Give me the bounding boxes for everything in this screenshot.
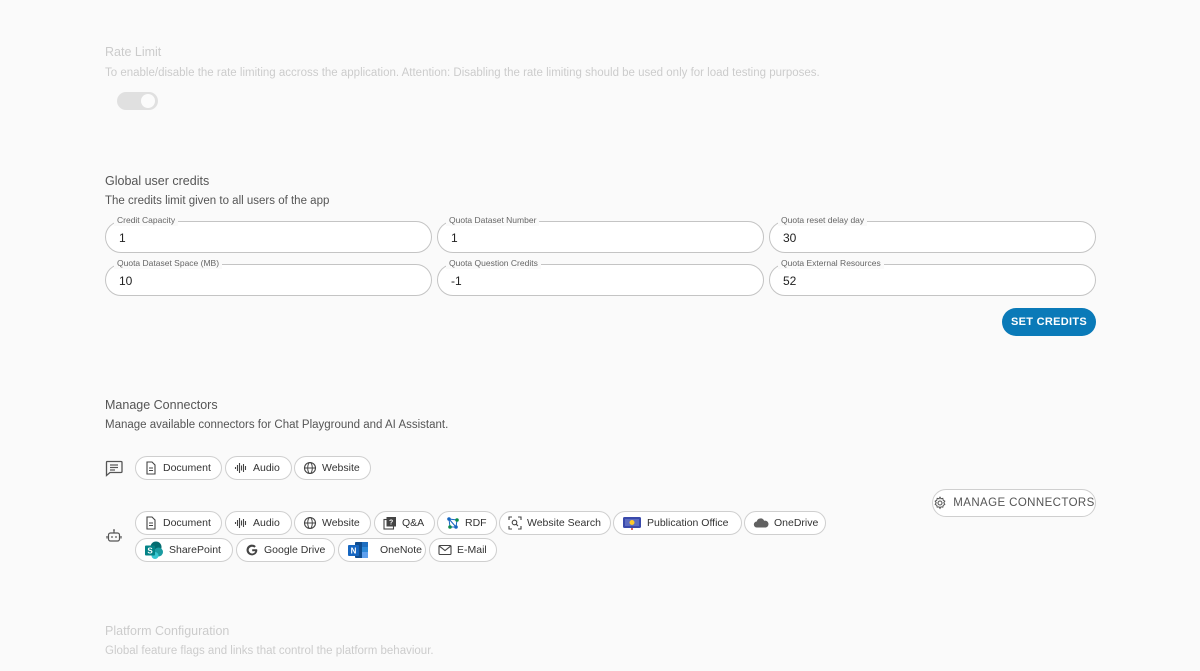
field-label: Quota Question Credits bbox=[446, 258, 541, 269]
chip-label: Website Search bbox=[527, 517, 601, 529]
chat-connector-audio[interactable]: Audio bbox=[225, 456, 292, 480]
onenote-icon: N bbox=[348, 542, 368, 558]
quota-dataset-space-field[interactable]: Quota Dataset Space (MB) 10 bbox=[105, 258, 432, 296]
chip-label: Q&A bbox=[402, 517, 425, 529]
field-value: 1 bbox=[451, 231, 458, 245]
field-label: Quota External Resources bbox=[778, 258, 884, 269]
svg-text:N: N bbox=[351, 547, 357, 556]
connectors-description: Manage available connectors for Chat Pla… bbox=[105, 419, 449, 431]
rate-limit-toggle[interactable] bbox=[117, 92, 158, 110]
chip-label: Publication Office bbox=[647, 517, 729, 529]
field-value: 30 bbox=[783, 231, 797, 245]
quota-question-credits-field[interactable]: Quota Question Credits -1 bbox=[437, 258, 764, 296]
globe-icon bbox=[303, 516, 317, 530]
robot-icon bbox=[106, 529, 122, 542]
platform-description: Global feature flags and links that cont… bbox=[105, 645, 434, 657]
chip-label: Document bbox=[163, 517, 211, 529]
document-icon bbox=[146, 516, 156, 530]
assistant-connector-rdf[interactable]: RDF bbox=[437, 511, 497, 535]
chat-connector-document[interactable]: Document bbox=[135, 456, 222, 480]
chip-label: Document bbox=[163, 462, 211, 474]
svg-text:S: S bbox=[147, 547, 153, 556]
credits-description: The credits limit given to all users of … bbox=[105, 195, 330, 207]
assistant-connector-email[interactable]: E-Mail bbox=[429, 538, 497, 562]
platform-title: Platform Configuration bbox=[105, 624, 230, 638]
web-search-icon bbox=[508, 516, 522, 530]
manage-connectors-label: MANAGE CONNECTORS bbox=[953, 497, 1095, 509]
globe-icon bbox=[303, 461, 317, 475]
chip-label: Website bbox=[322, 517, 360, 529]
email-icon bbox=[438, 544, 452, 556]
audio-icon bbox=[234, 518, 247, 528]
connectors-title: Manage Connectors bbox=[105, 398, 218, 412]
chat-icon bbox=[105, 460, 123, 477]
field-label: Quota reset delay day bbox=[778, 215, 868, 226]
audio-icon bbox=[234, 463, 247, 473]
set-credits-button[interactable]: SET CREDITS bbox=[1002, 308, 1096, 336]
assistant-connector-audio[interactable]: Audio bbox=[225, 511, 292, 535]
toggle-knob bbox=[141, 94, 155, 108]
chip-label: OneNote bbox=[380, 544, 423, 556]
google-drive-icon bbox=[246, 544, 258, 556]
onedrive-icon bbox=[753, 518, 769, 528]
rate-limit-title: Rate Limit bbox=[105, 45, 162, 59]
quota-reset-delay-field[interactable]: Quota reset delay day 30 bbox=[769, 215, 1096, 253]
sharepoint-icon: S bbox=[145, 541, 163, 559]
chip-label: Audio bbox=[253, 462, 280, 474]
document-icon bbox=[146, 461, 156, 475]
chat-connector-website[interactable]: Website bbox=[294, 456, 371, 480]
chip-label: Audio bbox=[253, 517, 280, 529]
field-label: Quota Dataset Number bbox=[446, 215, 540, 226]
assistant-connector-website-search[interactable]: Website Search bbox=[499, 511, 611, 535]
publication-office-icon bbox=[623, 517, 641, 530]
assistant-connector-publication-office[interactable]: Publication Office bbox=[613, 511, 742, 535]
credit-capacity-field[interactable]: Credit Capacity 1 bbox=[105, 215, 432, 253]
chip-label: Google Drive bbox=[264, 544, 326, 556]
field-label: Credit Capacity bbox=[114, 215, 179, 226]
assistant-connector-qa[interactable]: ? Q&A bbox=[374, 511, 435, 535]
rate-limit-description: To enable/disable the rate limiting accr… bbox=[105, 67, 820, 79]
chip-label: SharePoint bbox=[169, 544, 221, 556]
quota-dataset-number-field[interactable]: Quota Dataset Number 1 bbox=[437, 215, 764, 253]
chip-label: E-Mail bbox=[457, 544, 487, 556]
rdf-icon bbox=[447, 517, 459, 529]
assistant-connector-document[interactable]: Document bbox=[135, 511, 222, 535]
field-value: -1 bbox=[451, 274, 462, 288]
assistant-connector-onenote[interactable]: N OneNote bbox=[338, 538, 426, 562]
gear-icon bbox=[934, 496, 946, 510]
manage-connectors-button[interactable]: MANAGE CONNECTORS bbox=[932, 489, 1096, 517]
field-value: 52 bbox=[783, 274, 797, 288]
assistant-connector-onedrive[interactable]: OneDrive bbox=[744, 511, 826, 535]
field-value: 1 bbox=[119, 231, 126, 245]
chip-label: OneDrive bbox=[774, 517, 819, 529]
chip-label: RDF bbox=[465, 517, 487, 529]
quota-external-resources-field[interactable]: Quota External Resources 52 bbox=[769, 258, 1096, 296]
field-value: 10 bbox=[119, 274, 133, 288]
assistant-connector-website[interactable]: Website bbox=[294, 511, 371, 535]
assistant-connector-sharepoint[interactable]: S SharePoint bbox=[135, 538, 233, 562]
svg-text:?: ? bbox=[389, 519, 393, 526]
qa-icon: ? bbox=[383, 517, 396, 530]
chip-label: Website bbox=[322, 462, 360, 474]
assistant-connector-google-drive[interactable]: Google Drive bbox=[236, 538, 335, 562]
field-label: Quota Dataset Space (MB) bbox=[114, 258, 223, 269]
credits-title: Global user credits bbox=[105, 174, 210, 188]
